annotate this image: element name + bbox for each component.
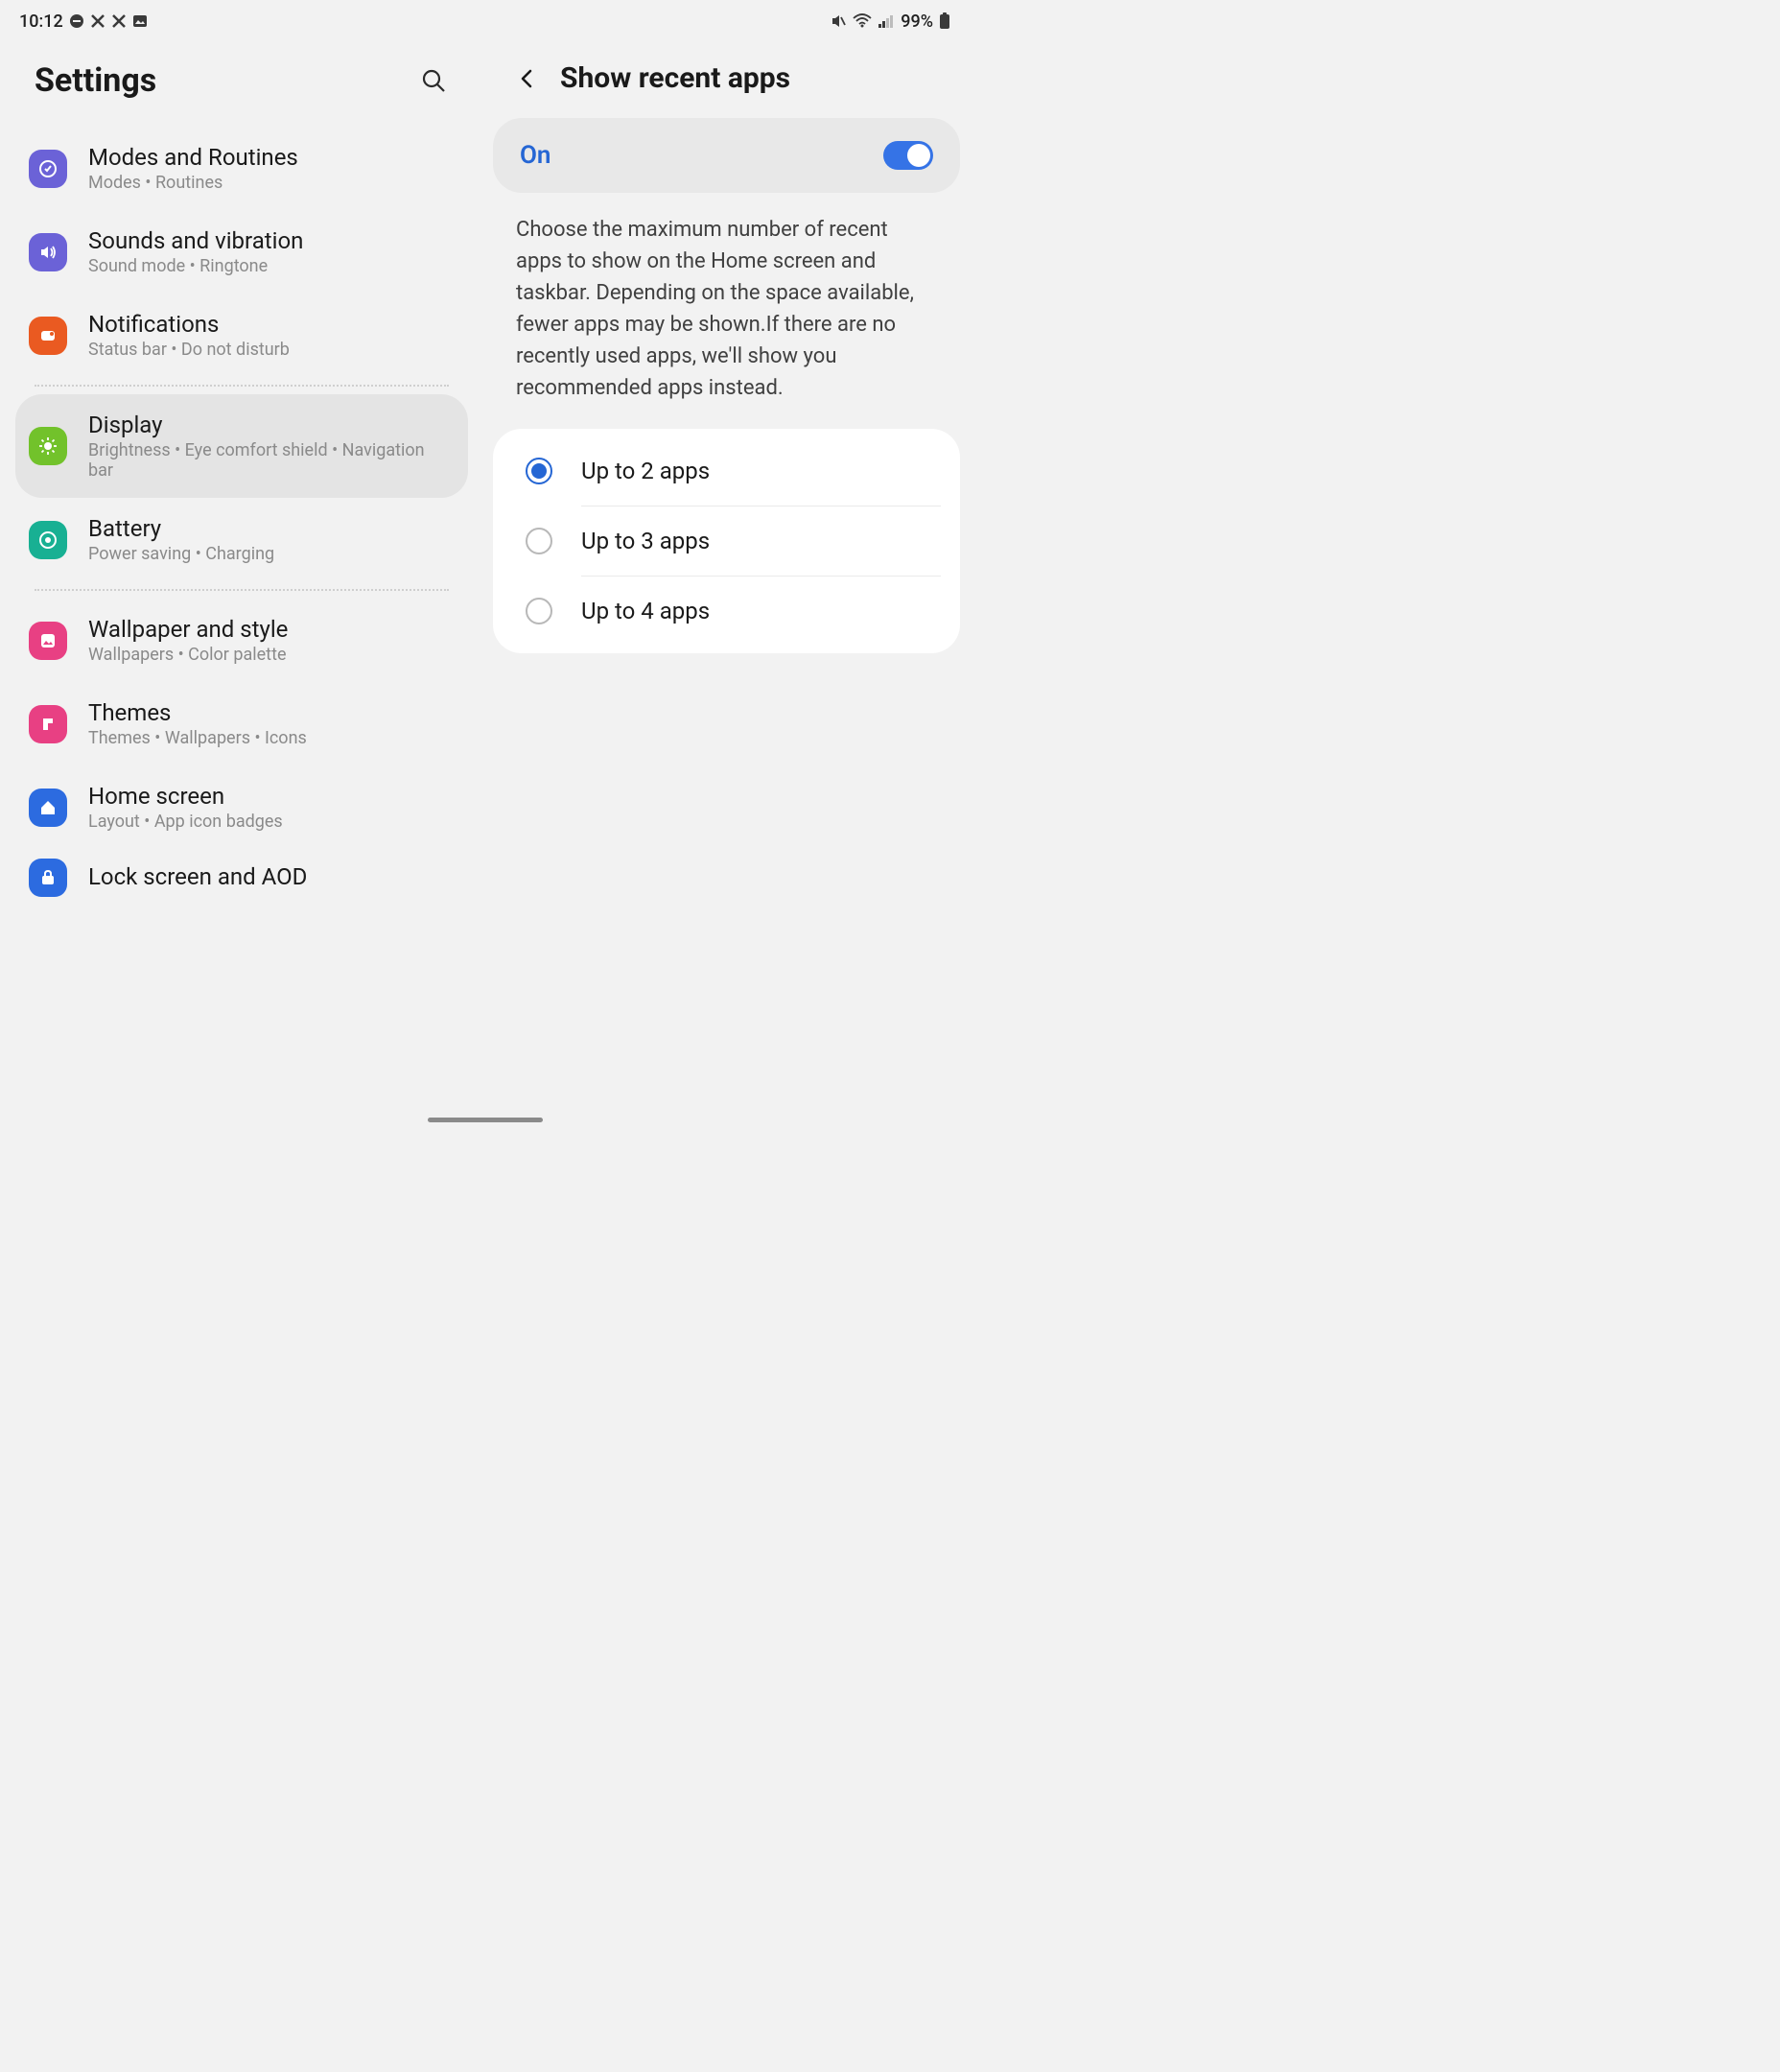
status-battery-pct: 99% (901, 12, 933, 32)
notifications-icon (29, 317, 67, 355)
themes-icon (29, 705, 67, 743)
settings-item-sounds[interactable]: Sounds and vibration Sound mode • Ringto… (0, 210, 483, 294)
lock-icon (29, 859, 67, 897)
settings-title: Settings (35, 61, 156, 100)
item-title: Themes (88, 699, 464, 726)
settings-item-notifications[interactable]: Notifications Status bar • Do not distur… (0, 294, 483, 377)
radio-icon (526, 528, 552, 554)
battery-settings-icon (29, 521, 67, 559)
mute-icon (830, 12, 847, 30)
sound-icon (29, 233, 67, 271)
search-button[interactable] (418, 65, 449, 96)
divider (35, 385, 449, 387)
switch-knob (907, 144, 930, 167)
toggle-label: On (520, 141, 550, 170)
options-card: Up to 2 apps Up to 3 apps Up to 4 apps (493, 429, 960, 653)
item-title: Display (88, 412, 449, 438)
status-time: 10:12 (19, 12, 63, 32)
settings-item-home-screen[interactable]: Home screen Layout • App icon badges (0, 765, 483, 849)
master-toggle-card[interactable]: On (493, 118, 960, 193)
item-sub: Status bar • Do not disturb (88, 340, 464, 360)
detail-pane: Show recent apps On Choose the maximum n… (483, 42, 970, 1128)
battery-icon (939, 12, 950, 30)
option-up-to-4[interactable]: Up to 4 apps (493, 577, 960, 646)
item-sub: Sound mode • Ringtone (88, 256, 464, 276)
settings-item-battery[interactable]: Battery Power saving • Charging (0, 498, 483, 581)
routines-icon (29, 150, 67, 188)
item-sub: Modes • Routines (88, 173, 464, 193)
x-app-icon (90, 13, 105, 29)
chevron-left-icon (515, 67, 538, 90)
dnd-icon (69, 13, 84, 29)
radio-icon (526, 458, 552, 484)
description-text: Choose the maximum number of recent apps… (483, 193, 970, 429)
item-sub: Wallpapers • Color palette (88, 645, 464, 665)
item-sub: Power saving • Charging (88, 544, 464, 564)
x-app-icon (111, 13, 127, 29)
item-sub: Brightness • Eye comfort shield • Naviga… (88, 440, 449, 481)
wallpaper-icon (29, 622, 67, 660)
status-bar: 10:12 99% (0, 0, 970, 42)
home-icon (29, 789, 67, 827)
item-sub: Layout • App icon badges (88, 812, 464, 832)
settings-pane: Settings Modes and Routines Modes • Rout… (0, 42, 483, 1128)
search-icon (420, 67, 447, 94)
image-icon (132, 13, 148, 29)
option-up-to-3[interactable]: Up to 3 apps (493, 506, 960, 576)
wifi-icon (853, 13, 872, 29)
settings-item-themes[interactable]: Themes Themes • Wallpapers • Icons (0, 682, 483, 765)
divider (35, 589, 449, 591)
item-sub: Themes • Wallpapers • Icons (88, 728, 464, 748)
item-title: Home screen (88, 783, 464, 810)
item-title: Modes and Routines (88, 144, 464, 171)
item-title: Wallpaper and style (88, 616, 464, 643)
item-title: Battery (88, 515, 464, 542)
signal-icon (878, 13, 895, 29)
item-title: Notifications (88, 311, 464, 338)
back-button[interactable] (510, 62, 543, 95)
navigation-handle[interactable] (428, 1118, 543, 1122)
settings-item-modes[interactable]: Modes and Routines Modes • Routines (0, 127, 483, 210)
radio-icon (526, 598, 552, 624)
option-label: Up to 3 apps (581, 528, 710, 554)
settings-item-lock-screen[interactable]: Lock screen and AOD (0, 849, 483, 906)
settings-item-display[interactable]: Display Brightness • Eye comfort shield … (15, 394, 468, 498)
detail-title: Show recent apps (560, 61, 790, 95)
display-icon (29, 427, 67, 465)
option-label: Up to 4 apps (581, 598, 710, 624)
option-label: Up to 2 apps (581, 458, 710, 484)
settings-item-wallpaper[interactable]: Wallpaper and style Wallpapers • Color p… (0, 599, 483, 682)
master-switch[interactable] (883, 141, 933, 170)
item-title: Lock screen and AOD (88, 863, 464, 890)
item-title: Sounds and vibration (88, 227, 464, 254)
option-up-to-2[interactable]: Up to 2 apps (493, 436, 960, 506)
